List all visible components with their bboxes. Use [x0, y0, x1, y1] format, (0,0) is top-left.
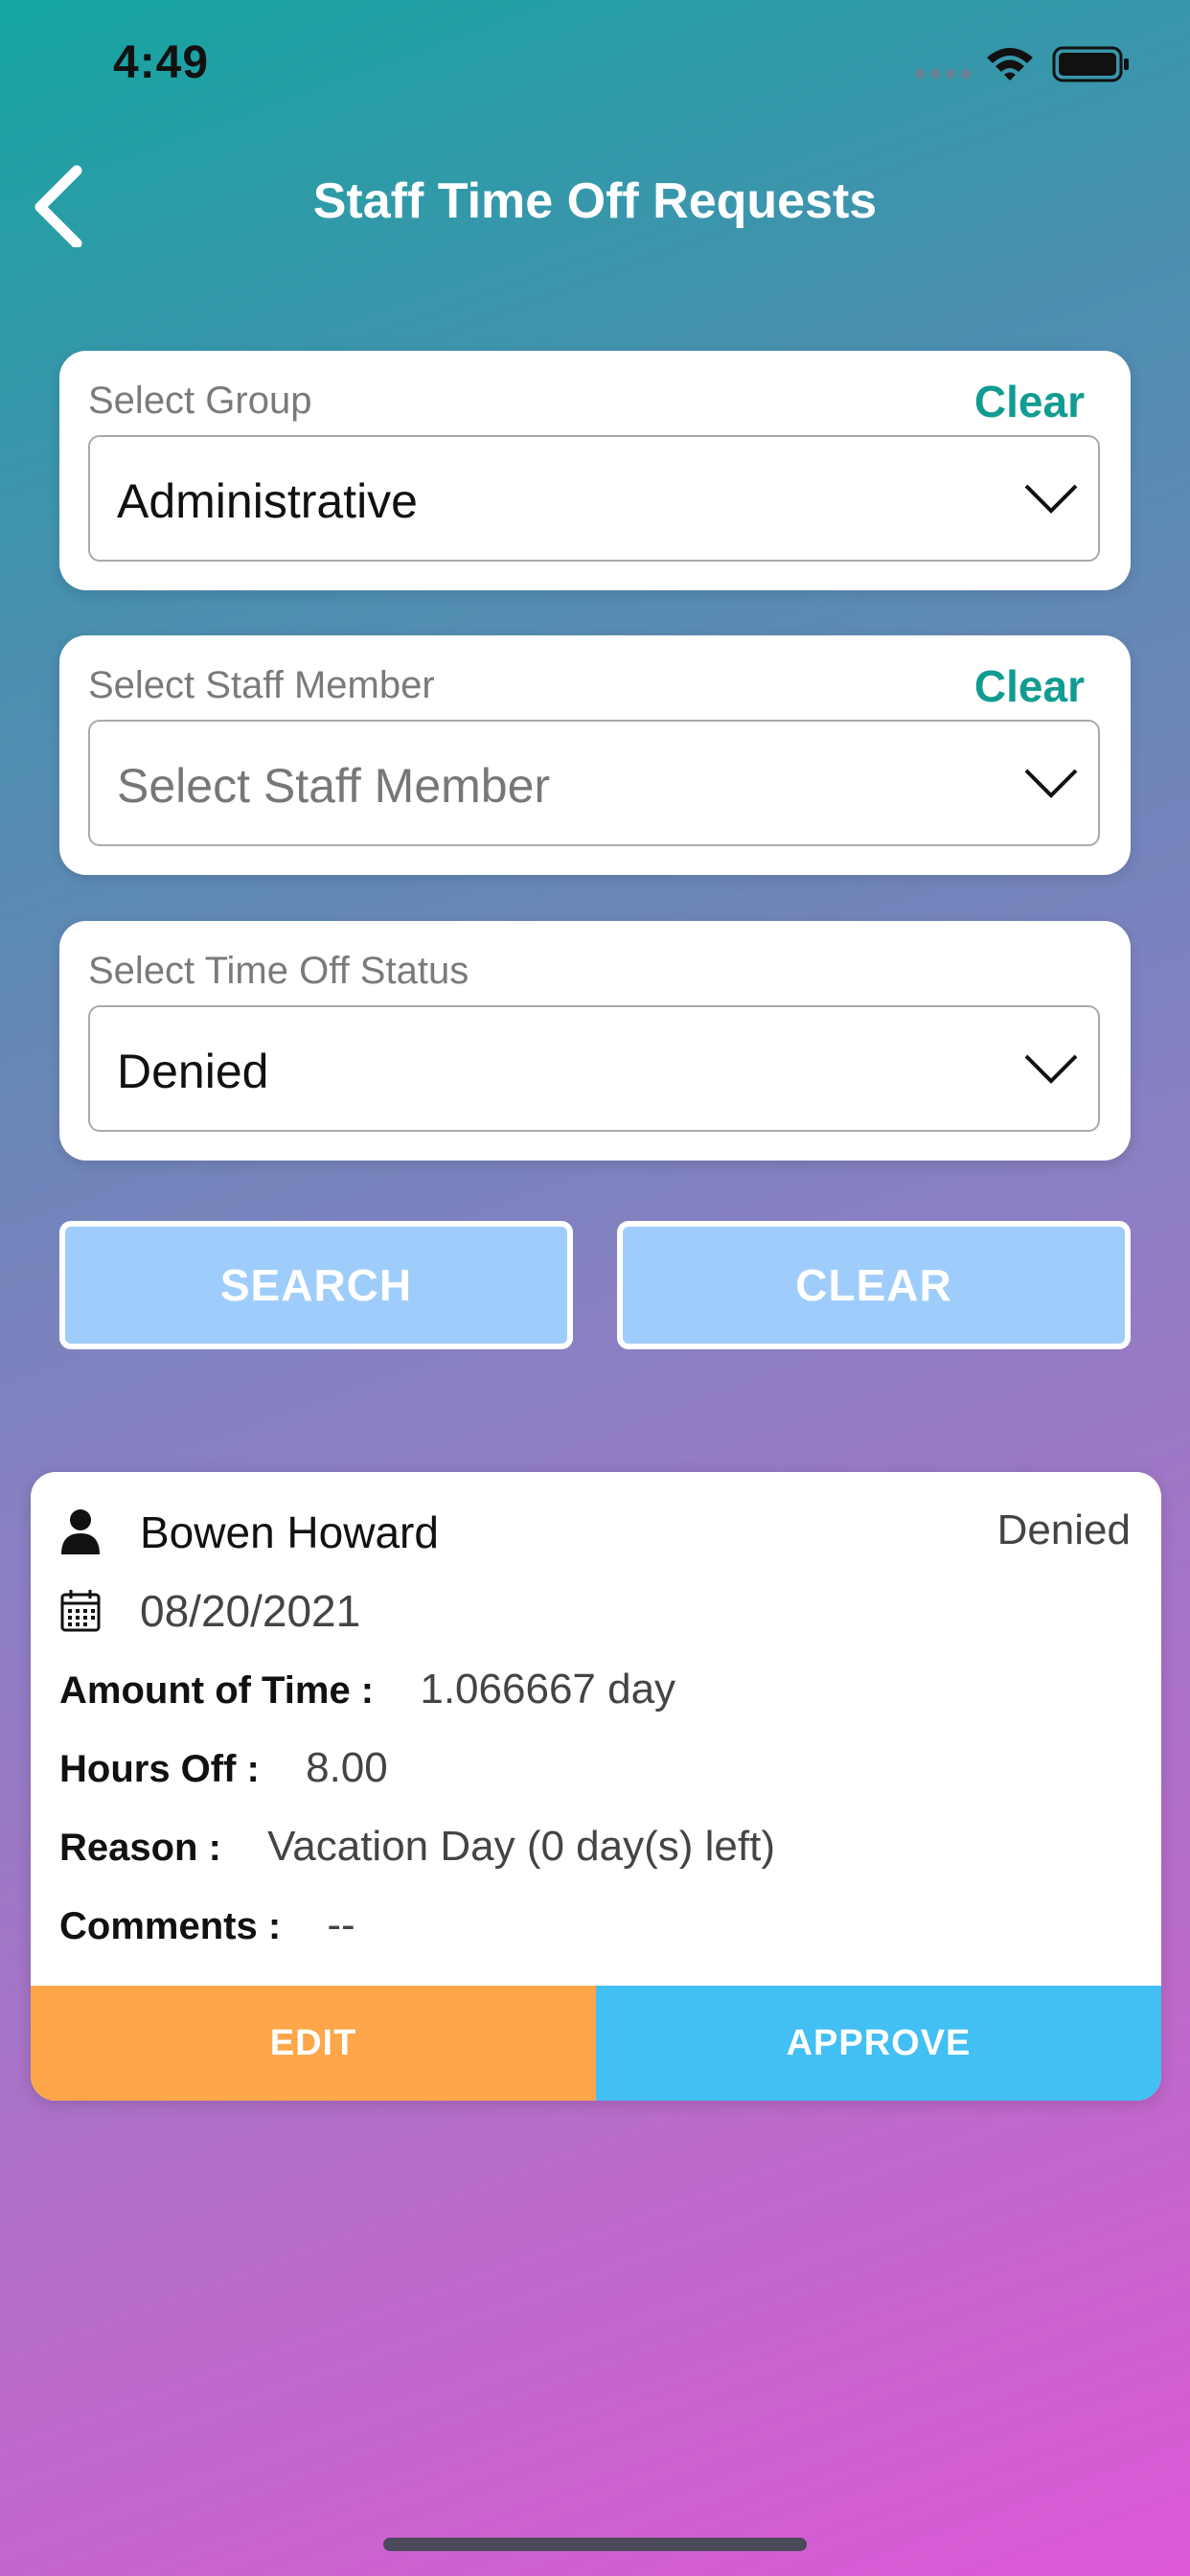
- hours-label: Hours Off :: [59, 1748, 260, 1790]
- comments-label: Comments :: [59, 1905, 282, 1947]
- hours-row: Hours Off : 8.00: [59, 1744, 388, 1792]
- person-icon: [61, 1509, 100, 1554]
- navigation-bar: Staff Time Off Requests: [0, 153, 1190, 249]
- group-clear-link[interactable]: Clear: [974, 376, 1085, 427]
- approve-button[interactable]: APPROVE: [596, 1986, 1161, 2101]
- group-filter-label: Select Group: [88, 380, 312, 422]
- clear-button[interactable]: CLEAR: [617, 1221, 1131, 1349]
- reason-row: Reason : Vacation Day (0 day(s) left): [59, 1823, 775, 1871]
- staff-select-placeholder: Select Staff Member: [117, 759, 551, 813]
- wifi-icon: [987, 48, 1033, 80]
- status-time: 4:49: [113, 37, 210, 88]
- status-select[interactable]: Denied: [88, 1005, 1100, 1132]
- staff-name: Bowen Howard: [140, 1507, 439, 1557]
- request-date: 08/20/2021: [140, 1586, 361, 1636]
- comments-row: Comments : --: [59, 1901, 355, 1949]
- cellular-signal-icon: [915, 69, 971, 79]
- group-filter-card: Select Group Clear Administrative: [59, 351, 1131, 590]
- staff-filter-card: Select Staff Member Clear Select Staff M…: [59, 635, 1131, 875]
- status-select-value: Denied: [117, 1045, 269, 1098]
- reason-label: Reason :: [59, 1827, 221, 1869]
- chevron-down-icon: [1024, 484, 1078, 514]
- time-off-request-card: Bowen Howard Denied 08/20/2021 Amount of…: [31, 1472, 1161, 2101]
- amount-value: 1.066667 day: [420, 1666, 676, 1713]
- battery-icon: [1052, 46, 1129, 82]
- group-select-value: Administrative: [117, 474, 418, 528]
- comments-value: --: [327, 1901, 355, 1948]
- chevron-down-icon: [1024, 769, 1078, 798]
- status-bar: 4:49: [0, 0, 1190, 125]
- home-indicator: [383, 2538, 807, 2551]
- staff-clear-link[interactable]: Clear: [974, 660, 1085, 712]
- status-filter-card: Select Time Off Status Denied: [59, 921, 1131, 1161]
- request-actions: EDIT APPROVE: [31, 1986, 1161, 2101]
- reason-value: Vacation Day (0 day(s) left): [267, 1823, 775, 1870]
- amount-row: Amount of Time : 1.066667 day: [59, 1666, 675, 1714]
- status-filter-label: Select Time Off Status: [88, 950, 469, 992]
- staff-filter-label: Select Staff Member: [88, 664, 435, 706]
- request-status: Denied: [996, 1506, 1131, 1553]
- page-title: Staff Time Off Requests: [312, 173, 878, 229]
- group-select[interactable]: Administrative: [88, 435, 1100, 562]
- hours-value: 8.00: [306, 1744, 388, 1791]
- edit-button[interactable]: EDIT: [31, 1986, 596, 2101]
- calendar-icon: [60, 1590, 101, 1632]
- amount-label: Amount of Time :: [59, 1669, 375, 1712]
- staff-select[interactable]: Select Staff Member: [88, 720, 1100, 846]
- chevron-down-icon: [1024, 1054, 1078, 1084]
- search-button[interactable]: SEARCH: [59, 1221, 573, 1349]
